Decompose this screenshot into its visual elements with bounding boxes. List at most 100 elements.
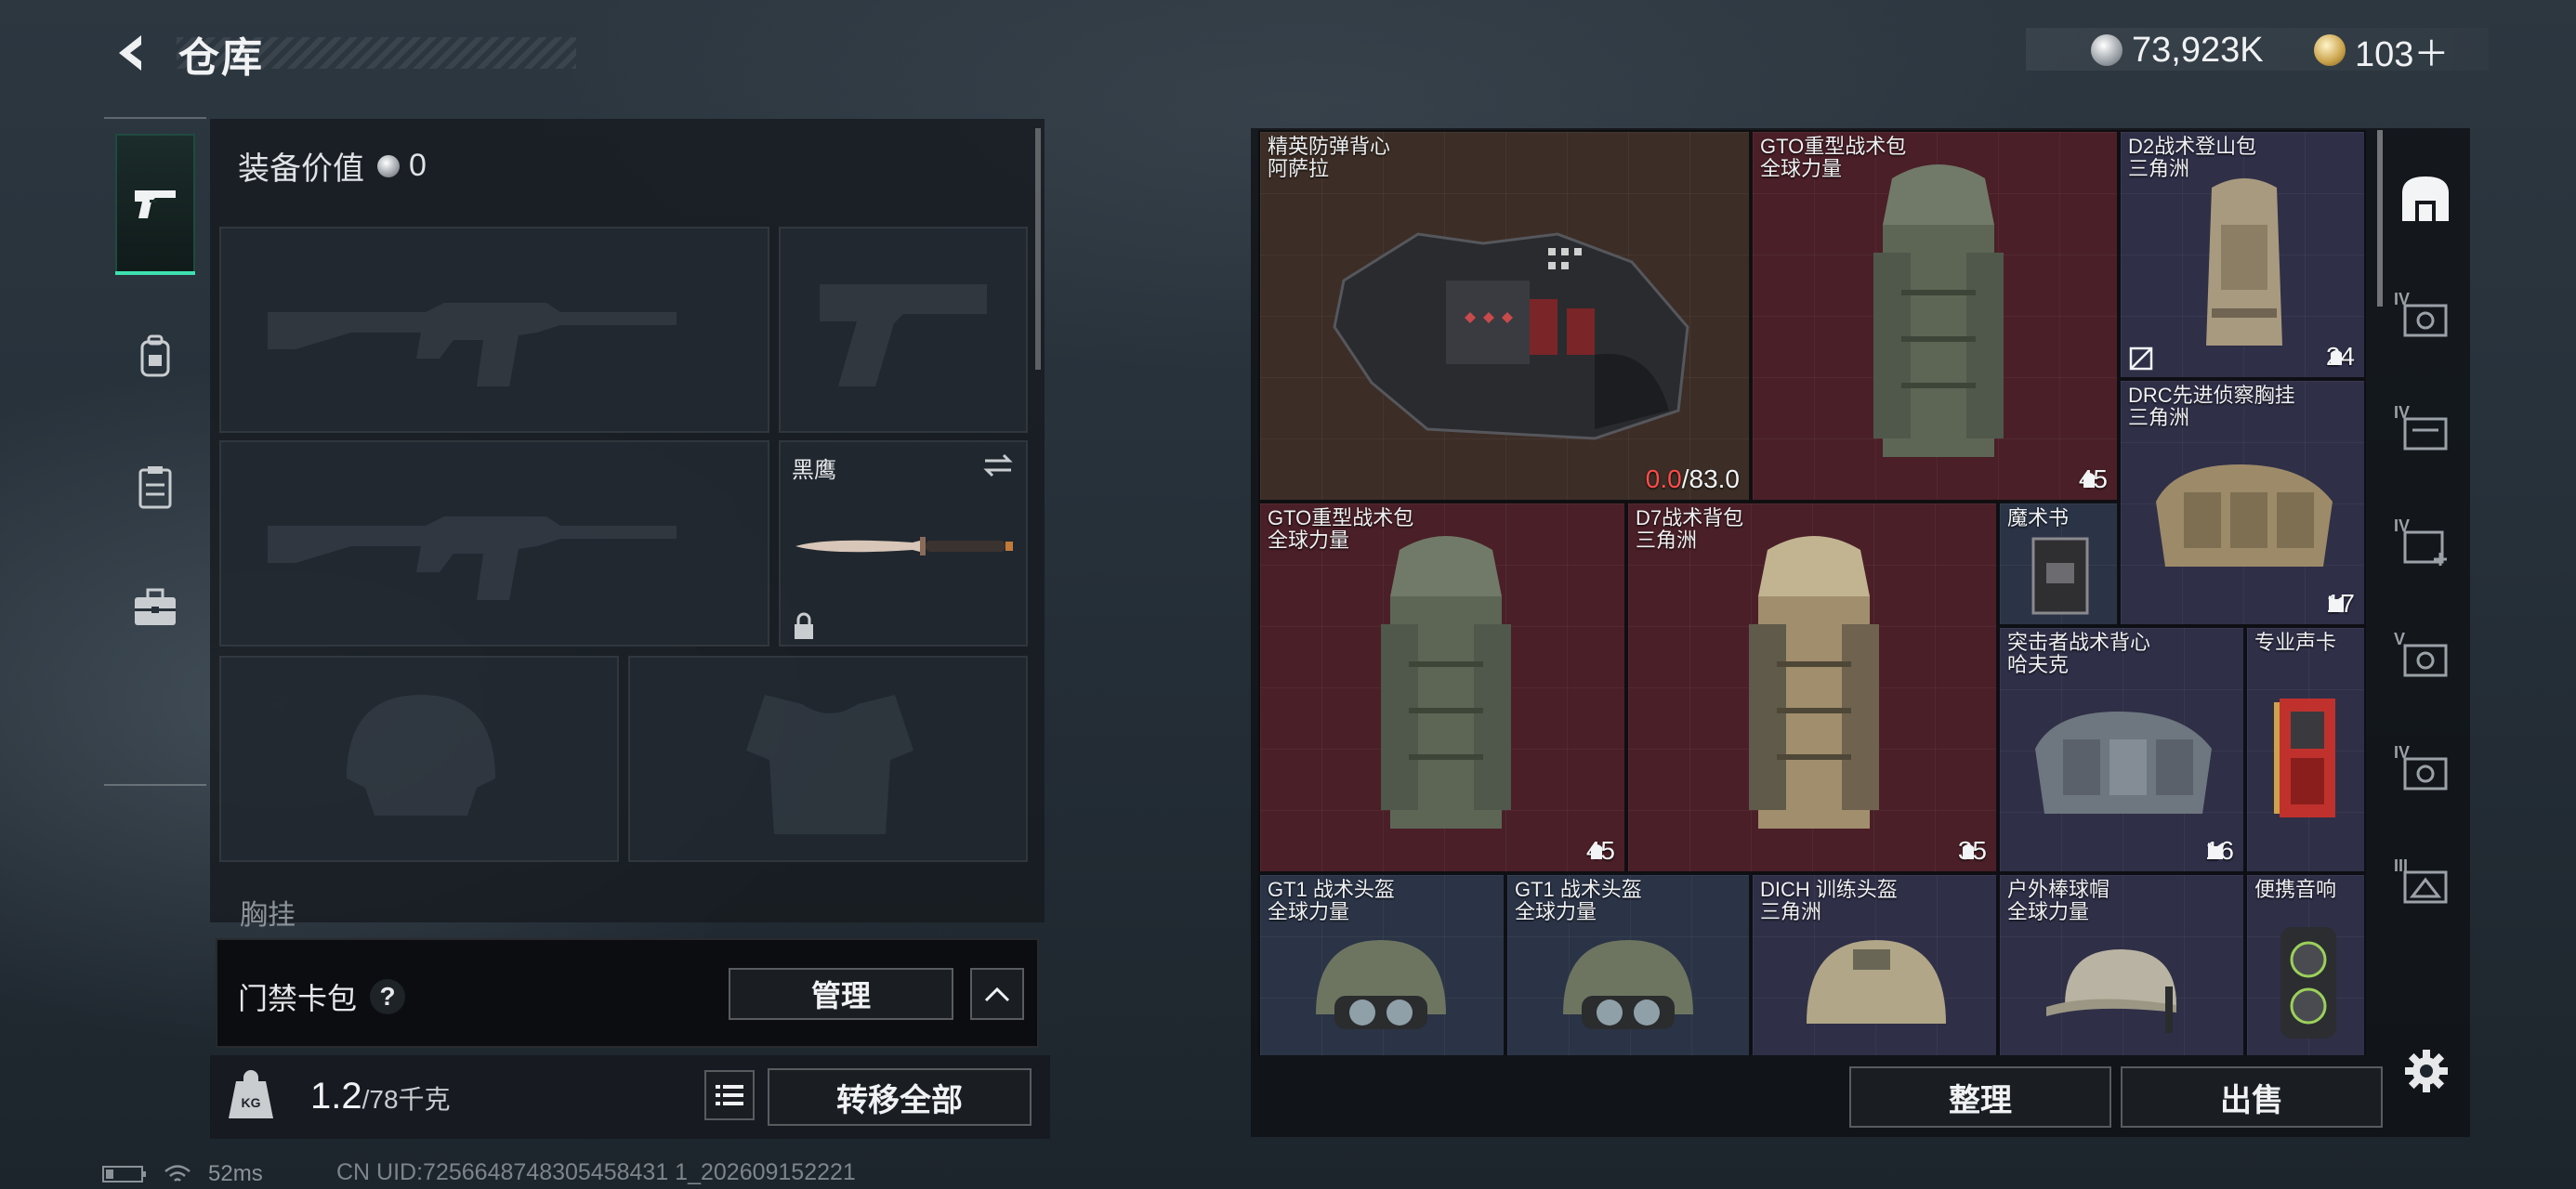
- stash-item[interactable]: DRC先进侦察胸挂三角洲 17: [2119, 379, 2366, 626]
- silver-coin-icon: [377, 154, 400, 177]
- stash-item[interactable]: 户外棒球帽 全球力量: [1998, 873, 2245, 1055]
- weight-max: /78千克: [361, 1085, 451, 1114]
- backpack-small-icon: [1590, 844, 1602, 859]
- nav-item-clipboard[interactable]: [115, 431, 195, 542]
- sell-button[interactable]: 出售: [2121, 1066, 2383, 1128]
- page-title: 仓库: [178, 35, 264, 81]
- weight-kg-icon: KG: [229, 1070, 273, 1118]
- stash-item[interactable]: GTO重型战术包全球力量 45: [1751, 130, 2119, 502]
- access-card: 门禁卡包 ?: [238, 975, 406, 1018]
- backpack-icon: [2206, 178, 2282, 346]
- battery-icon: [102, 1166, 146, 1182]
- stash-item[interactable]: GTO重型战术包全球力量 45: [1258, 502, 1626, 873]
- book-icon: [2031, 537, 2089, 615]
- sound-card-icon: [2274, 699, 2335, 817]
- left-nav: [104, 117, 206, 786]
- rail-item-stash[interactable]: [2386, 162, 2464, 236]
- stash-item[interactable]: 魔术书: [1998, 502, 2119, 626]
- manage-button[interactable]: 管理: [729, 968, 953, 1020]
- slot-primary-weapon[interactable]: [219, 227, 769, 433]
- currency-gold-value: 103＋: [2355, 34, 2450, 74]
- chest-rig-icon: [2156, 464, 2333, 567]
- equipment-value-label: 装备价值: [238, 151, 364, 187]
- transfer-all-button[interactable]: 转移全部: [768, 1068, 1032, 1126]
- collapse-button[interactable]: [970, 968, 1024, 1020]
- slot-secondary-weapon[interactable]: [219, 440, 769, 647]
- vest-icon: [2035, 712, 2212, 814]
- armor-silhouette-icon: [746, 695, 913, 834]
- speaker-icon: [2280, 927, 2336, 1039]
- nav-item-backpack[interactable]: [115, 301, 195, 412]
- weight-bar: KG 1.2/78千克 转移全部: [210, 1055, 1050, 1139]
- vest-small-icon: [2207, 843, 2223, 859]
- back-arrow-icon: [119, 35, 141, 71]
- backpack-icon: [1749, 536, 1879, 829]
- stash-item[interactable]: D2战术登山包三角洲 24: [2119, 130, 2366, 379]
- item-count: 45: [1586, 836, 1615, 866]
- rail-item-storage-3[interactable]: IV: [2386, 509, 2464, 583]
- chest-rig-label: 胸挂: [240, 900, 296, 931]
- rifle-silhouette-icon: [268, 516, 677, 600]
- item-count: 24: [2326, 342, 2355, 372]
- back-button[interactable]: [100, 20, 165, 85]
- pistol-icon: [135, 190, 176, 218]
- stash-item[interactable]: GT1 战术头盔 全球力量: [1258, 873, 1505, 1055]
- currency-silver[interactable]: 73,923K: [2091, 26, 2264, 74]
- slot-melee[interactable]: 黑鹰: [779, 440, 1028, 647]
- stash-item[interactable]: 便携音响: [2245, 873, 2366, 1055]
- chevron-up-icon: [984, 986, 1010, 1002]
- weight-readout: 1.2/78千克: [310, 1076, 451, 1117]
- list-view-button[interactable]: [704, 1070, 755, 1120]
- organize-button[interactable]: 整理: [1849, 1066, 2111, 1128]
- equipment-value-number: 0: [409, 148, 427, 183]
- stash-item[interactable]: GT1 战术头盔 全球力量: [1505, 873, 1751, 1055]
- slot-pistol[interactable]: [779, 227, 1028, 433]
- item-count: 16: [2205, 836, 2234, 866]
- gold-coin-icon: [2314, 34, 2346, 66]
- stash-item[interactable]: 突击者战术背心哈夫克 16: [1998, 626, 2245, 873]
- swap-icon[interactable]: [981, 451, 1015, 479]
- panel-scrollbar[interactable]: [1035, 128, 1041, 370]
- no-insure-icon: [2129, 346, 2153, 371]
- access-card-label: 门禁卡包: [238, 982, 358, 1015]
- helmet-icon: [1563, 940, 1693, 1029]
- storage-icon: [2403, 644, 2448, 677]
- lock-icon: [795, 612, 813, 639]
- helmet-icon: [1807, 940, 1946, 1024]
- rail-item-storage-6[interactable]: III: [2386, 849, 2464, 923]
- stash-home-icon: [2402, 176, 2449, 221]
- stash-scrollbar[interactable]: [2377, 130, 2383, 307]
- stash-item[interactable]: 精英防弹背心 阿萨拉 0.0/83.0: [1258, 130, 1751, 502]
- slot-helmet[interactable]: [219, 656, 619, 862]
- stash-item[interactable]: D7战术背包三角洲 35: [1626, 502, 1998, 873]
- stash-item[interactable]: 专业声卡: [2245, 626, 2366, 873]
- rail-item-storage-5[interactable]: IV: [2386, 736, 2464, 810]
- rail-item-storage-1[interactable]: IV: [2386, 282, 2464, 357]
- help-icon[interactable]: ?: [370, 979, 406, 1014]
- item-count: 17: [2326, 589, 2355, 619]
- backpack-small-icon: [2330, 350, 2342, 365]
- item-count: 35: [1958, 836, 1987, 866]
- backpack-small-icon: [1962, 844, 1974, 859]
- currency-gold[interactable]: 103＋: [2314, 26, 2449, 74]
- nav-item-weapons[interactable]: [115, 134, 195, 275]
- backpack-lock-icon: [140, 334, 170, 377]
- backpack-small-icon: [2083, 473, 2095, 488]
- stash-grid: 精英防弹背心阿萨拉 0.0/83.0 GTO重型战术包全球力量 45 D2战术登…: [1258, 130, 2366, 1055]
- weight-current: 1.2: [310, 1076, 362, 1117]
- rail-item-storage-4[interactable]: V: [2386, 622, 2464, 697]
- knife-icon: [795, 537, 1013, 555]
- nav-item-briefcase[interactable]: [115, 552, 195, 663]
- svg-text:KG: KG: [242, 1095, 261, 1110]
- wifi-icon: [164, 1165, 191, 1182]
- settings-button[interactable]: [2403, 1048, 2450, 1098]
- helmet-icon: [1316, 940, 1446, 1029]
- rifle-silhouette-icon: [268, 303, 677, 386]
- status-bar: 52ms: [102, 1161, 263, 1187]
- list-icon: [716, 1085, 743, 1105]
- rail-item-storage-2[interactable]: IV: [2386, 396, 2464, 470]
- cap-icon: [2046, 949, 2176, 1033]
- stash-item[interactable]: DICH 训练头盔 三角洲: [1751, 873, 1998, 1055]
- slot-armor[interactable]: [628, 656, 1028, 862]
- pistol-silhouette-icon: [820, 284, 987, 386]
